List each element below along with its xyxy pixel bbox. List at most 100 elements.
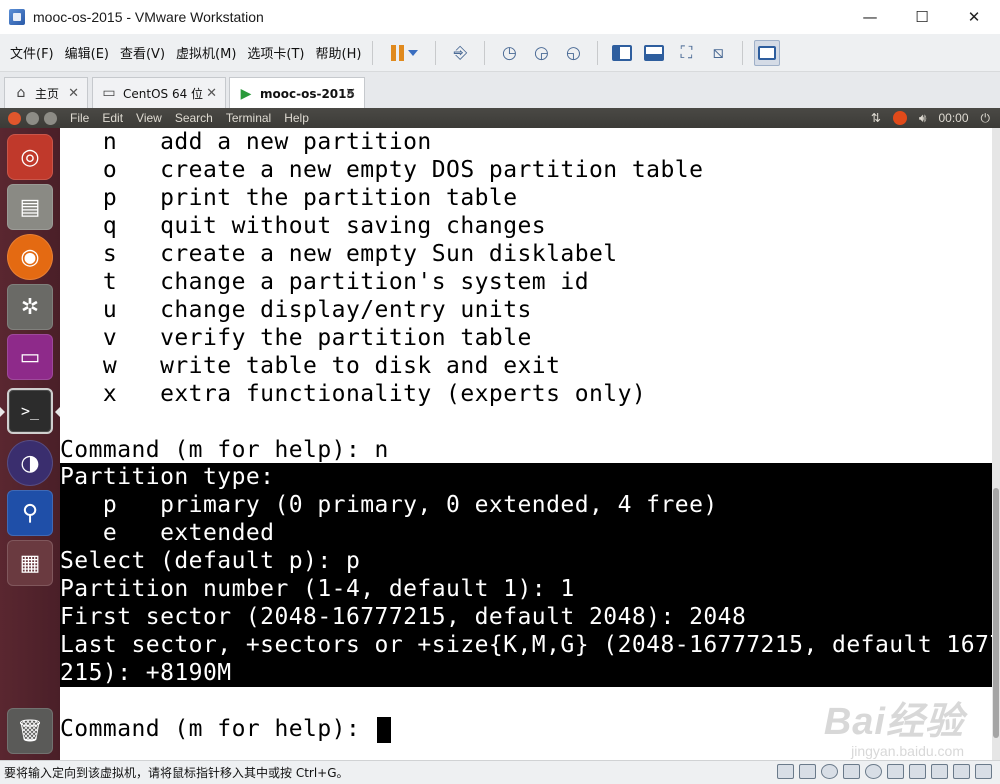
vmware-app-icon bbox=[9, 9, 25, 25]
guest-menu-help[interactable]: Help bbox=[284, 111, 309, 125]
terminal-line-selected: Select (default p): p bbox=[60, 547, 992, 575]
terminal-line: w write table to disk and exit bbox=[60, 353, 561, 379]
tab-home-label: 主页 bbox=[35, 86, 60, 101]
terminal-icon[interactable]: >_ bbox=[7, 388, 53, 434]
volume-icon[interactable]: 🔊︎ bbox=[919, 111, 927, 126]
send-keys-icon[interactable]: ⎆ bbox=[447, 40, 473, 66]
device-icon[interactable] bbox=[975, 764, 992, 779]
tab-close-icon[interactable]: ✕ bbox=[68, 86, 79, 101]
full-screen-icon[interactable]: ⛶ bbox=[673, 40, 699, 66]
terminal-line: t change a partition's system id bbox=[60, 269, 589, 295]
terminal-line: s create a new empty Sun disklabel bbox=[60, 241, 618, 267]
toolbar-separator bbox=[484, 40, 486, 65]
network-adapter-icon[interactable] bbox=[799, 764, 816, 779]
active-app-indicator bbox=[0, 407, 5, 417]
eclipse-icon[interactable]: ◑ bbox=[7, 440, 53, 486]
settings-icon[interactable]: ⏻ bbox=[981, 111, 991, 126]
terminal-line: p print the partition table bbox=[60, 185, 518, 211]
tab-mooc-label: mooc-os-2015 bbox=[260, 86, 355, 101]
guest-menu-edit[interactable]: Edit bbox=[102, 111, 123, 125]
baidu-watermark: Bai经验 jingyan.baidu.com bbox=[824, 690, 964, 759]
files-icon[interactable]: ▤ bbox=[7, 184, 53, 230]
tab-centos[interactable]: ▭ CentOS 64 位 ✕ bbox=[92, 77, 226, 108]
status-message: 要将输入定向到该虚拟机，请将鼠标指针移入其中或按 Ctrl+G。 bbox=[4, 766, 349, 780]
terminal-line-selected: 215): +8190M bbox=[60, 659, 992, 687]
workspace-icon[interactable]: ▭ bbox=[7, 334, 53, 380]
window-title: mooc-os-2015 - VMware Workstation bbox=[33, 9, 264, 25]
library-view-icon[interactable] bbox=[609, 40, 635, 66]
terminal-cursor bbox=[376, 716, 391, 743]
clock[interactable]: 00:00 bbox=[938, 111, 968, 125]
snapshot-icon[interactable]: ◷ bbox=[496, 40, 522, 66]
terminal-line-selected: e extended bbox=[60, 519, 992, 547]
scrollbar-thumb[interactable] bbox=[993, 488, 999, 738]
vm-running-icon: ▶ bbox=[240, 85, 252, 102]
console-view-icon[interactable] bbox=[754, 39, 781, 66]
ubuntu-launcher: ◎ ▤ ◉ ✲ ▭ >_ ◑ ⚲ ▦ 🗑︎ bbox=[0, 128, 60, 760]
system-settings-icon[interactable]: ✲ bbox=[7, 284, 53, 330]
tab-bar: ⌂ 主页 ✕ ▭ CentOS 64 位 ✕ ▶ mooc-os-2015 ✕ bbox=[0, 72, 1000, 109]
tab-close-icon[interactable]: ✕ bbox=[345, 86, 356, 101]
terminal-minimize-icon[interactable] bbox=[26, 111, 39, 125]
bluetooth-icon[interactable] bbox=[865, 764, 882, 779]
tab-close-icon[interactable]: ✕ bbox=[206, 86, 217, 101]
menu-view[interactable]: 查看(V) bbox=[120, 43, 165, 62]
unity-icon[interactable]: ⧅ bbox=[705, 40, 731, 66]
trash-icon[interactable]: 🗑︎ bbox=[7, 708, 53, 754]
revert-snapshot-icon[interactable]: ◶ bbox=[528, 40, 554, 66]
terminal-scrollbar[interactable] bbox=[992, 128, 1000, 760]
cd-icon[interactable] bbox=[821, 764, 838, 779]
toolbar-separator bbox=[597, 40, 599, 65]
watermark-url: jingyan.baidu.com bbox=[851, 743, 964, 759]
maximize-button[interactable]: ☐ bbox=[896, 0, 948, 34]
terminal-output[interactable]: n add a new partition o create a new emp… bbox=[60, 128, 992, 760]
display-icon[interactable] bbox=[931, 764, 948, 779]
menu-help[interactable]: 帮助(H) bbox=[316, 43, 362, 62]
ubuntu-top-panel: File Edit View Search Terminal Help ⇅ 🔊︎… bbox=[0, 108, 1000, 128]
terminal-close-icon[interactable] bbox=[8, 111, 21, 125]
menu-vm[interactable]: 虚拟机(M) bbox=[176, 43, 236, 62]
snapshot-manager-icon[interactable]: ◵ bbox=[560, 40, 586, 66]
terminal-line: o create a new empty DOS partition table bbox=[60, 157, 704, 183]
terminal-line-selected: Last sector, +sectors or +size{K,M,G} (2… bbox=[60, 631, 992, 659]
update-icon[interactable] bbox=[892, 111, 907, 125]
guest-menu-view[interactable]: View bbox=[136, 111, 162, 125]
window-titlebar: mooc-os-2015 - VMware Workstation — ☐ ✕ bbox=[0, 0, 1000, 34]
firefox-icon[interactable]: ◉ bbox=[7, 234, 53, 280]
hdd-icon[interactable] bbox=[777, 764, 794, 779]
workspaces-icon[interactable]: ▦ bbox=[7, 540, 53, 586]
message-icon[interactable] bbox=[953, 764, 970, 779]
terminal-line-selected: Partition type: bbox=[60, 463, 992, 491]
pause-icon[interactable] bbox=[384, 40, 424, 66]
close-button[interactable]: ✕ bbox=[948, 0, 1000, 34]
tab-mooc-os[interactable]: ▶ mooc-os-2015 ✕ bbox=[229, 77, 365, 109]
terminal-line-selected: First sector (2048-16777215, default 204… bbox=[60, 603, 992, 631]
guest-menu-file[interactable]: File bbox=[70, 111, 89, 125]
dash-icon[interactable]: ◎ bbox=[7, 134, 53, 180]
menu-tabs[interactable]: 选项卡(T) bbox=[247, 43, 304, 62]
menu-edit[interactable]: 编辑(E) bbox=[65, 43, 109, 62]
menubar: 文件(F) 编辑(E) 查看(V) 虚拟机(M) 选项卡(T) 帮助(H) ⎆ … bbox=[0, 34, 1000, 72]
terminal-prompt-text: Command (m for help): bbox=[60, 716, 375, 742]
sound-icon[interactable] bbox=[887, 764, 904, 779]
guest-menu-terminal[interactable]: Terminal bbox=[226, 111, 271, 125]
toolbar-separator bbox=[372, 40, 374, 65]
printer-icon[interactable] bbox=[909, 764, 926, 779]
toolbar-separator bbox=[435, 40, 437, 65]
menu-file[interactable]: 文件(F) bbox=[10, 43, 54, 62]
terminal-maximize-icon[interactable] bbox=[44, 111, 57, 125]
search-tool-icon[interactable]: ⚲ bbox=[7, 490, 53, 536]
minimize-button[interactable]: — bbox=[844, 0, 896, 34]
terminal-line: n add a new partition bbox=[60, 129, 432, 155]
terminal-line: Command (m for help): n bbox=[60, 437, 389, 463]
network-icon[interactable]: ⇅ bbox=[871, 111, 881, 125]
usb-icon[interactable] bbox=[843, 764, 860, 779]
terminal-prompt: Command (m for help): bbox=[60, 715, 391, 743]
terminal-line: x extra functionality (experts only) bbox=[60, 381, 647, 407]
guest-menu-search[interactable]: Search bbox=[175, 111, 213, 125]
thumbnail-bar-icon[interactable] bbox=[641, 40, 667, 66]
vm-console[interactable]: File Edit View Search Terminal Help ⇅ 🔊︎… bbox=[0, 108, 1000, 760]
terminal-line-selected: Partition number (1-4, default 1): 1 bbox=[60, 575, 992, 603]
terminal-line: v verify the partition table bbox=[60, 325, 532, 351]
tab-home[interactable]: ⌂ 主页 ✕ bbox=[4, 77, 88, 108]
